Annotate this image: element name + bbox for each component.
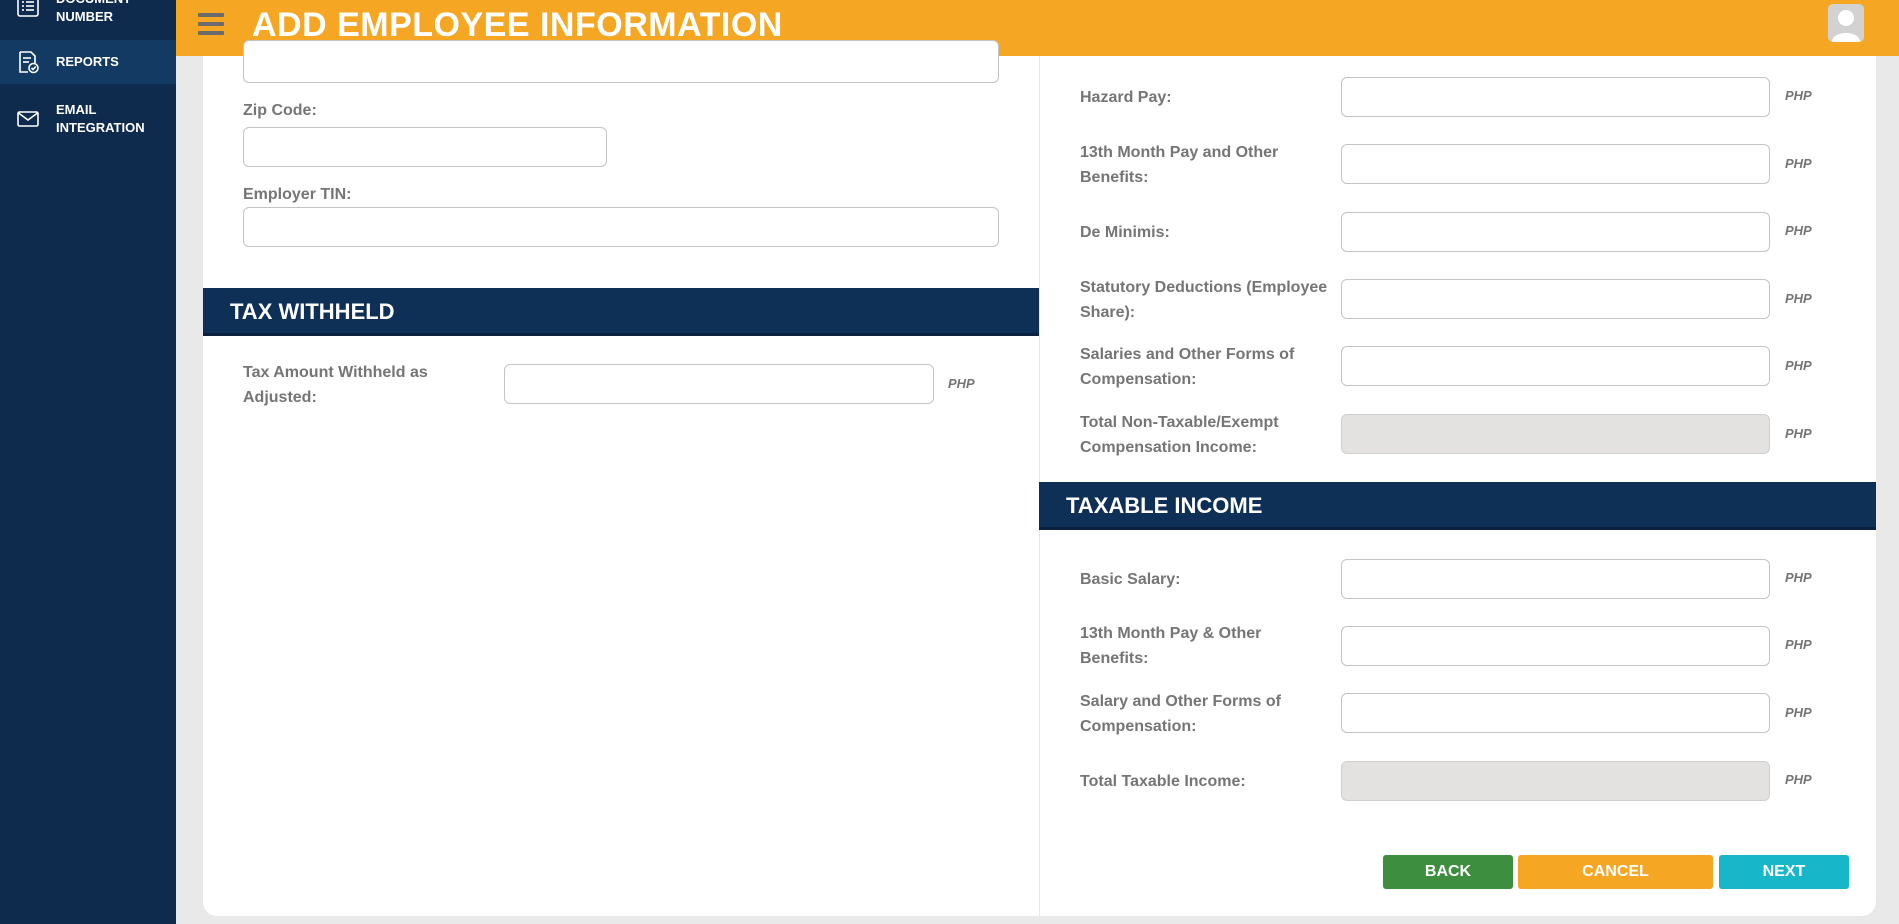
currency-unit: PHP [1785, 772, 1812, 787]
employer-tin-input[interactable] [243, 207, 999, 247]
statutory-deductions-input[interactable] [1341, 279, 1770, 319]
currency-unit: PHP [1785, 223, 1812, 238]
currency-unit: PHP [1785, 426, 1812, 441]
basic-salary-label: Basic Salary: [1080, 571, 1181, 588]
thirteenth-month-nontaxable-input[interactable] [1341, 144, 1770, 184]
de-minimis-input[interactable] [1341, 212, 1770, 252]
thirteenth-month-nontaxable-label: 13th Month Pay and Other Benefits: [1080, 144, 1279, 186]
taxable-income-section-title: TAXABLE INCOME [1039, 482, 1876, 530]
salary-taxable-label: Salary and Other Forms of Compensation: [1080, 693, 1281, 735]
currency-unit: PHP [1785, 88, 1812, 103]
total-nontaxable-label: Total Non-Taxable/Exempt Compensation In… [1080, 414, 1279, 456]
sidebar: DOCUMENT NUMBER REPORTS EMAIL INTEGRATIO… [0, 0, 176, 924]
thirteenth-month-taxable-label: 13th Month Pay & Other Benefits: [1080, 625, 1262, 667]
tax-amount-input[interactable] [504, 364, 934, 404]
currency-unit: PHP [1785, 637, 1812, 652]
employer-tin-label: Employer TIN: [243, 186, 352, 203]
total-taxable-label: Total Taxable Income: [1080, 773, 1246, 790]
currency-unit: PHP [1785, 156, 1812, 171]
currency-unit: PHP [1785, 570, 1812, 585]
total-taxable-input [1341, 761, 1770, 801]
currency-unit: PHP [1785, 291, 1812, 306]
salary-taxable-input[interactable] [1341, 693, 1770, 733]
total-nontaxable-input [1341, 414, 1770, 454]
currency-unit: PHP [1785, 705, 1812, 720]
back-button[interactable]: BACK [1383, 855, 1513, 889]
user-avatar-icon[interactable] [1828, 4, 1864, 42]
thirteenth-month-taxable-input[interactable] [1341, 626, 1770, 666]
report-check-icon [19, 51, 39, 74]
hazard-pay-label: Hazard Pay: [1080, 89, 1172, 106]
sidebar-item-document-number[interactable]: DOCUMENT NUMBER [0, 0, 176, 32]
tax-amount-label: Tax Amount Withheld as Adjusted: [243, 364, 428, 406]
next-button[interactable]: NEXT [1719, 855, 1849, 889]
statutory-deductions-label: Statutory Deductions (Employee Share): [1080, 279, 1328, 321]
list-icon [17, 0, 39, 17]
cancel-button[interactable]: CANCEL [1518, 855, 1713, 889]
tax-withheld-section-title: TAX WITHHELD [203, 288, 1039, 336]
hazard-pay-input[interactable] [1341, 77, 1770, 117]
sidebar-item-label: EMAIL INTEGRATION [56, 101, 145, 135]
currency-unit: PHP [1785, 358, 1812, 373]
salaries-nontaxable-input[interactable] [1341, 346, 1770, 386]
currency-unit: PHP [948, 376, 975, 391]
salaries-nontaxable-label: Salaries and Other Forms of Compensation… [1080, 346, 1295, 388]
sidebar-item-email-integration[interactable]: EMAIL INTEGRATION [0, 94, 176, 144]
address-input[interactable] [243, 40, 999, 83]
sidebar-item-reports[interactable]: REPORTS [0, 40, 176, 84]
hamburger-icon[interactable] [198, 13, 224, 37]
envelope-icon [17, 111, 39, 127]
zip-code-input[interactable] [243, 127, 607, 167]
basic-salary-input[interactable] [1341, 559, 1770, 599]
de-minimis-label: De Minimis: [1080, 224, 1170, 241]
zip-code-label: Zip Code: [243, 102, 317, 119]
sidebar-item-label: REPORTS [56, 53, 119, 69]
sidebar-item-label: DOCUMENT NUMBER [56, 0, 131, 24]
